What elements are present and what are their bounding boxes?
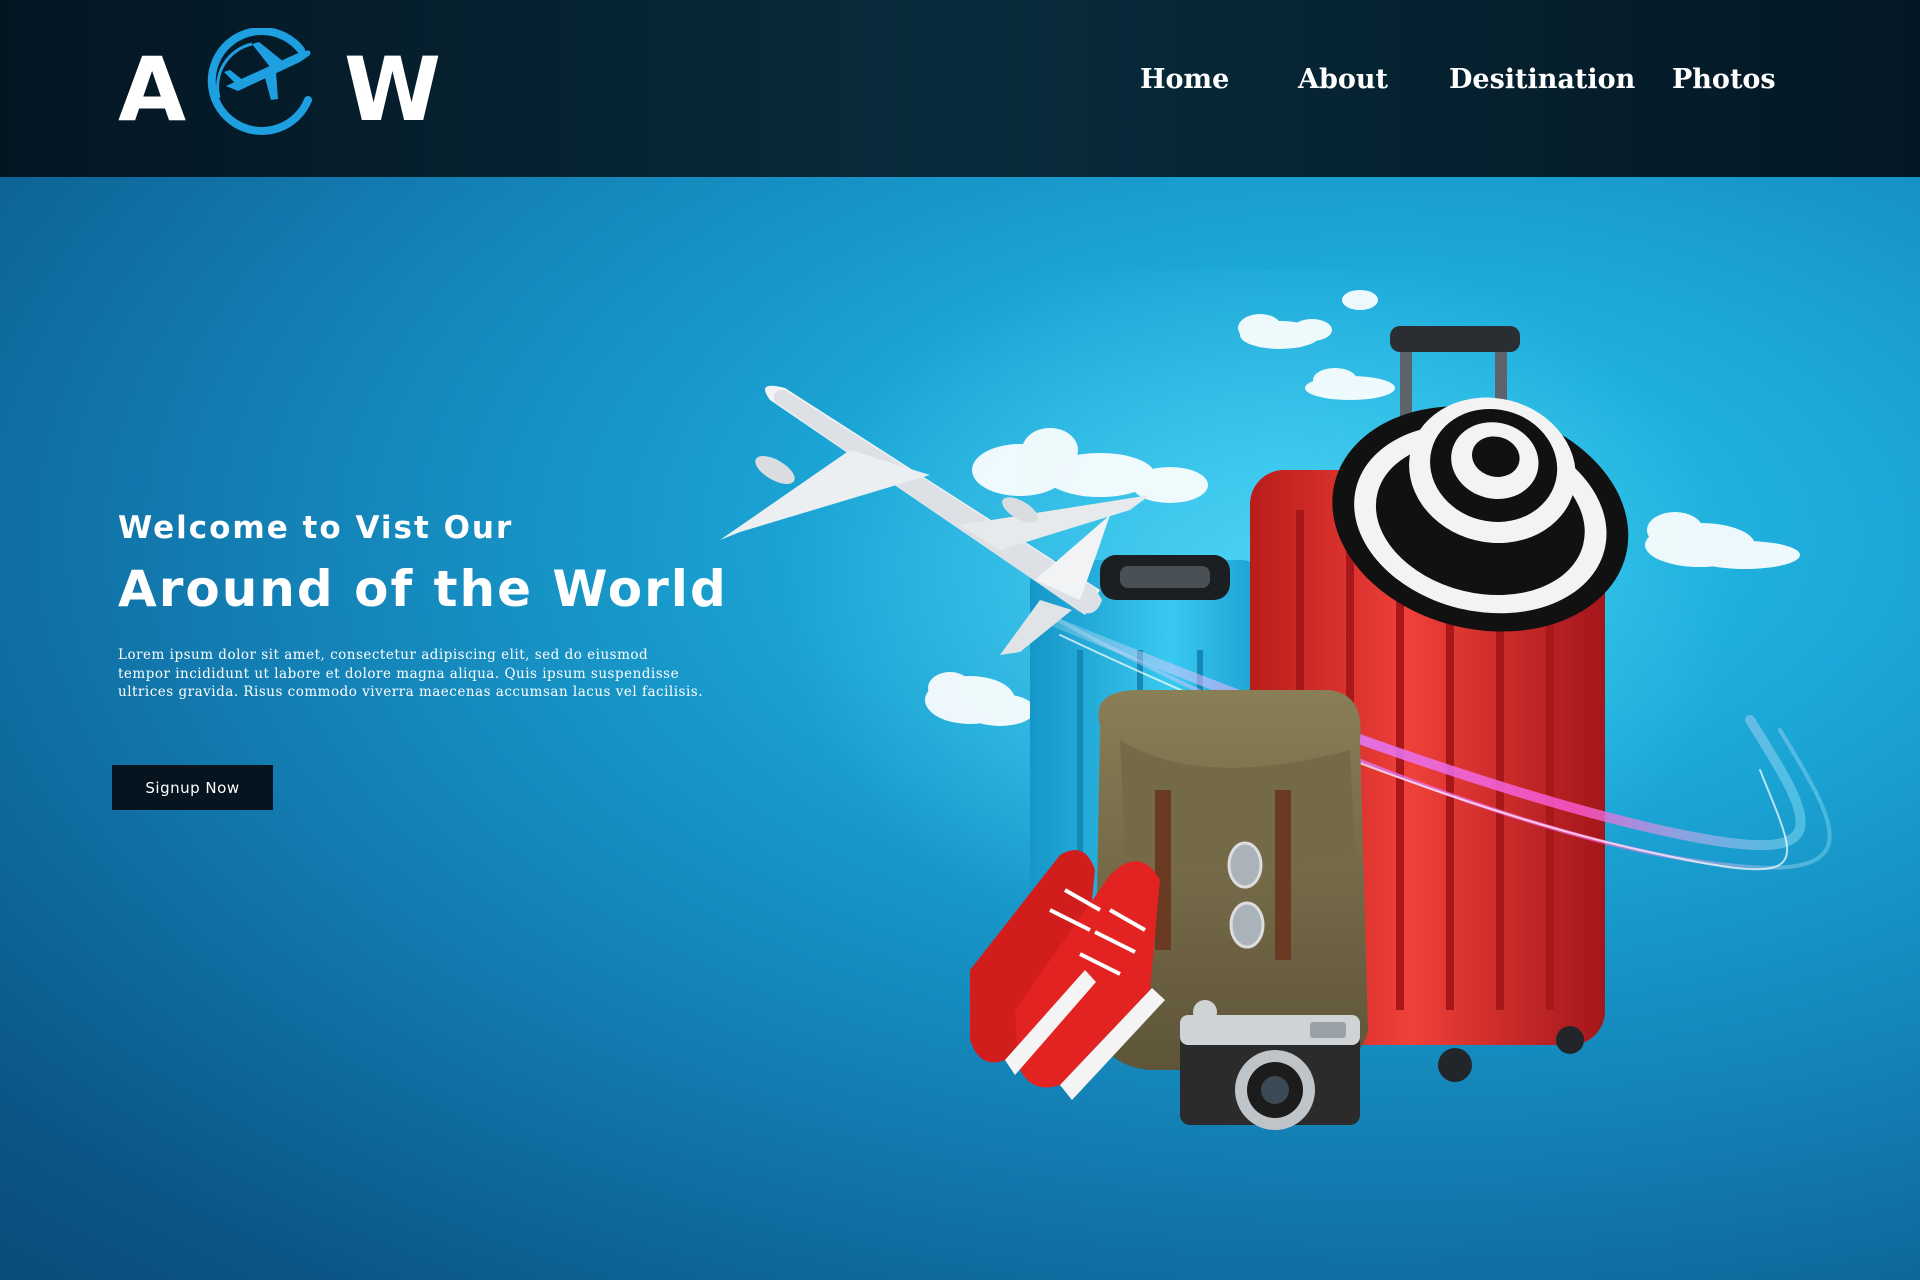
signup-now-button[interactable]: Signup Now [112,765,273,810]
nav-destination-link[interactable]: Desitination [1449,62,1635,98]
hero-title: Around of the World [118,560,728,618]
camera-icon [1180,1000,1360,1130]
top-navigation-bar: A W Home About Desitination Photos [0,0,1920,177]
logo-letter-w: W [344,38,442,141]
nav-about-link[interactable]: About [1298,62,1388,98]
hero-travel-illustration [720,270,1832,1130]
hero-kicker: Welcome to Vist Our [118,510,514,546]
nav-home-link[interactable]: Home [1140,62,1229,98]
hero-description: Lorem ipsum dolor sit amet, consectetur … [118,646,718,702]
site-logo[interactable]: A W [116,28,441,148]
logo-letter-a: A [118,38,187,141]
hero-description-line-1: Lorem ipsum dolor sit amet, consectetur … [118,647,649,663]
plane-globe-icon [207,28,312,135]
hero-description-line-3: ultrices gravida. Risus commodo viverra … [118,684,704,700]
nav-photos-link[interactable]: Photos [1672,62,1776,98]
hero-description-line-2: tempor incididunt ut labore et dolore ma… [118,665,680,682]
